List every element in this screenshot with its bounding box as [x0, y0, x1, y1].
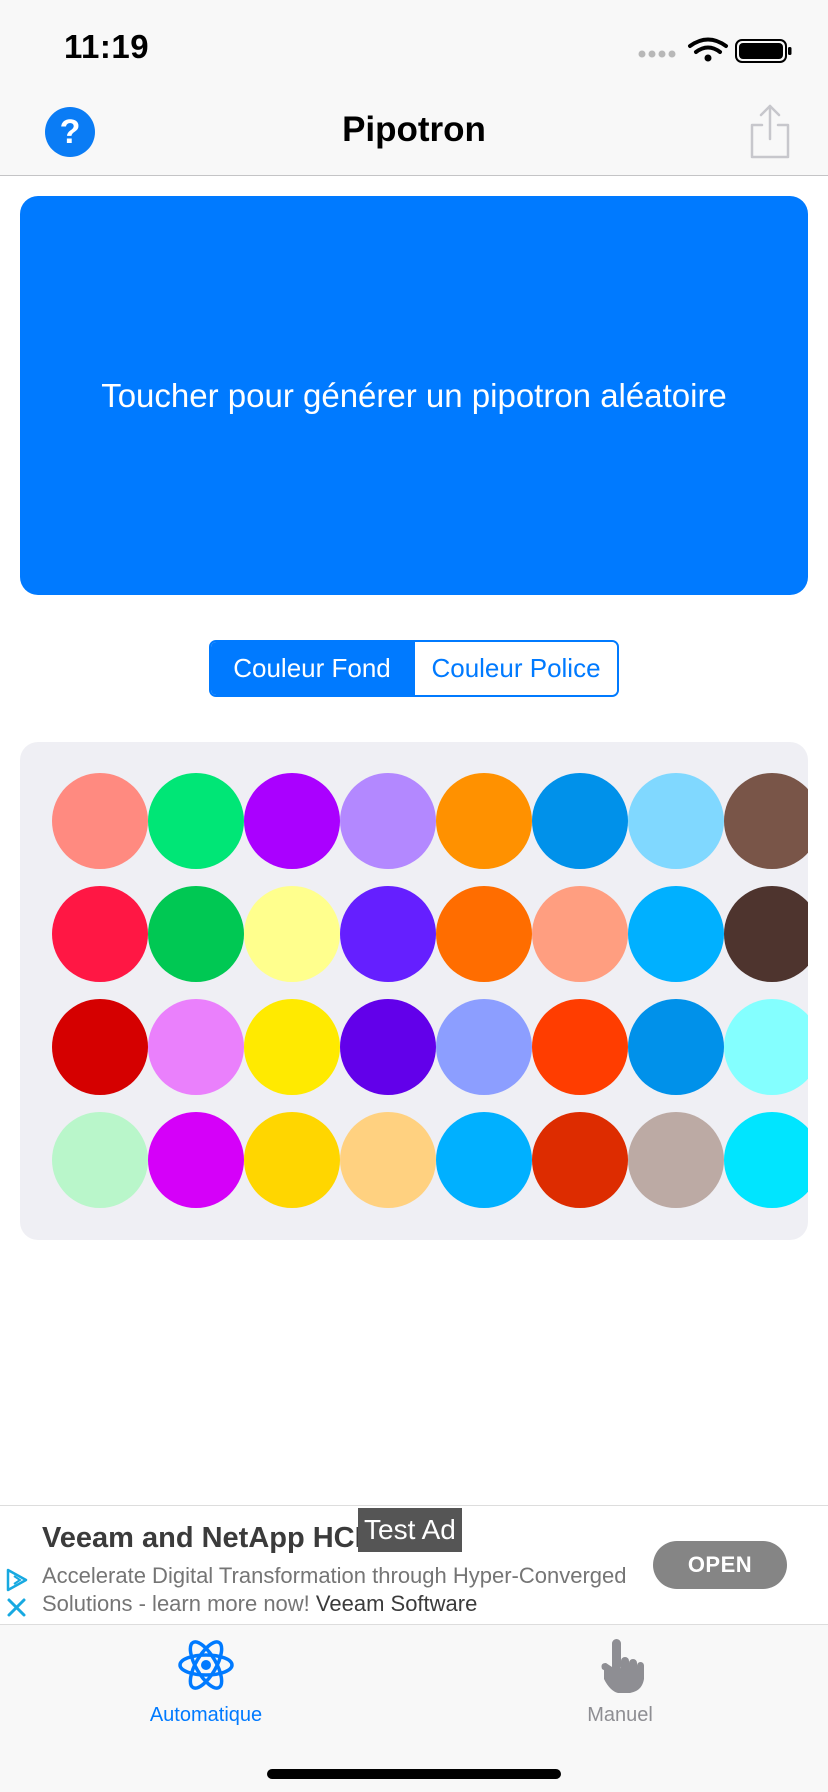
- color-swatch[interactable]: [724, 886, 808, 982]
- tab-manuel[interactable]: Manuel: [510, 1635, 730, 1727]
- ad-banner[interactable]: Veeam and NetApp HCI Test Ad Accelerate …: [0, 1505, 828, 1625]
- test-ad-label: Test Ad: [358, 1508, 462, 1552]
- tab-automatique-label: Automatique: [149, 1704, 263, 1726]
- color-swatch[interactable]: [436, 999, 532, 1095]
- screen: 11:19 ? Pipotron Toucher pour générer un…: [0, 0, 828, 1792]
- color-swatch[interactable]: [340, 886, 436, 982]
- tab-automatique[interactable]: Automatique: [96, 1635, 316, 1727]
- color-swatch[interactable]: [724, 999, 808, 1095]
- home-indicator: [267, 1769, 561, 1779]
- color-swatch[interactable]: [52, 773, 148, 869]
- color-swatch[interactable]: [148, 886, 244, 982]
- generate-button[interactable]: Toucher pour générer un pipotron aléatoi…: [20, 196, 808, 595]
- adchoices-icon[interactable]: [4, 1566, 30, 1622]
- color-swatch[interactable]: [628, 1112, 724, 1208]
- tab-manuel-label: Manuel: [587, 1704, 653, 1726]
- color-swatch[interactable]: [52, 886, 148, 982]
- color-swatch[interactable]: [628, 999, 724, 1095]
- tab-bar: Automatique Manuel: [0, 1625, 828, 1792]
- hand-pointer-icon: [601, 1639, 644, 1693]
- color-swatch[interactable]: [244, 773, 340, 869]
- wifi-icon: [688, 37, 728, 54]
- color-swatch[interactable]: [724, 773, 808, 869]
- color-swatch[interactable]: [436, 773, 532, 869]
- page-title: Pipotron: [342, 110, 486, 149]
- color-swatch[interactable]: [532, 773, 628, 869]
- close-icon: [7, 1598, 26, 1617]
- color-swatch[interactable]: [436, 886, 532, 982]
- color-swatch[interactable]: [628, 886, 724, 982]
- color-swatch[interactable]: [340, 999, 436, 1095]
- signal-icon: [638, 50, 676, 58]
- color-swatch[interactable]: [244, 999, 340, 1095]
- color-swatch[interactable]: [532, 1112, 628, 1208]
- segment-couleur-police[interactable]: Couleur Police: [413, 642, 617, 695]
- battery-icon: [735, 39, 792, 63]
- navigation-bar: 11:19 ? Pipotron: [0, 0, 828, 176]
- color-swatch[interactable]: [148, 773, 244, 869]
- atom-icon: [178, 1640, 234, 1690]
- color-swatch[interactable]: [244, 1112, 340, 1208]
- ad-title[interactable]: Veeam and NetApp HCI: [42, 1522, 363, 1555]
- color-target-segmented-control: Couleur Fond Couleur Police: [209, 640, 619, 697]
- status-time: 11:19: [64, 28, 150, 65]
- ad-description: Accelerate Digital Transformation throug…: [42, 1562, 642, 1618]
- color-swatch[interactable]: [244, 886, 340, 982]
- color-swatch[interactable]: [628, 773, 724, 869]
- color-swatch[interactable]: [52, 999, 148, 1095]
- ad-open-button[interactable]: OPEN: [653, 1541, 787, 1589]
- generate-label: Toucher pour générer un pipotron aléatoi…: [101, 376, 727, 414]
- color-swatch[interactable]: [340, 1112, 436, 1208]
- color-swatch[interactable]: [148, 1112, 244, 1208]
- status-icons: [638, 37, 792, 63]
- segment-couleur-fond[interactable]: Couleur Fond: [211, 642, 413, 695]
- ad-advertiser: Veeam Software: [315, 1591, 478, 1616]
- share-icon[interactable]: [746, 103, 794, 159]
- color-swatch[interactable]: [148, 999, 244, 1095]
- color-palette: [20, 742, 808, 1240]
- color-swatch[interactable]: [532, 886, 628, 982]
- color-swatch[interactable]: [340, 773, 436, 869]
- color-swatch[interactable]: [724, 1112, 808, 1208]
- color-swatch[interactable]: [532, 999, 628, 1095]
- color-swatch[interactable]: [52, 1112, 148, 1208]
- color-swatch[interactable]: [436, 1112, 532, 1208]
